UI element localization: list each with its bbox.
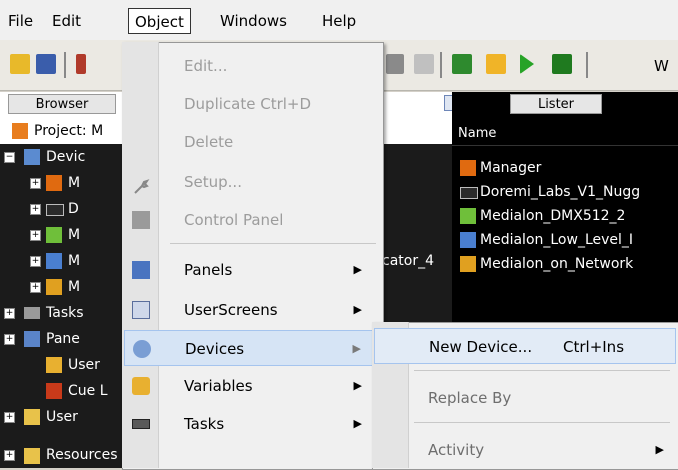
menu-item-tasks[interactable]: Tasks ▶ <box>124 406 380 442</box>
lister-tab[interactable]: Lister <box>510 94 602 114</box>
expand-icon[interactable]: + <box>30 204 41 215</box>
project-icon <box>12 123 28 139</box>
device-icon <box>460 187 478 199</box>
lister-row[interactable]: Medialon_Low_Level_I <box>458 228 678 252</box>
control-panel-icon <box>132 211 150 229</box>
network-device-icon <box>460 256 476 272</box>
tasks-icon <box>24 307 40 319</box>
toolbar-tool-icon[interactable] <box>76 54 86 74</box>
devices-gear-icon <box>133 340 151 358</box>
menu-item-userscreens[interactable]: UserScreens ▶ <box>124 292 380 328</box>
play-icon[interactable] <box>520 54 534 74</box>
dmx-device-icon <box>46 227 62 243</box>
collapse-icon[interactable]: − <box>4 152 15 163</box>
menu-item-panels[interactable]: Panels ▶ <box>124 252 380 288</box>
lister-row[interactable]: Doremi_Labs_V1_Nugg <box>458 180 678 204</box>
network-device-icon <box>46 279 62 295</box>
submenu-item-new-device[interactable]: New Device... Ctrl+Ins <box>374 328 676 364</box>
menu-item-devices[interactable]: Devices ▶ <box>124 330 380 366</box>
submenu-arrow-icon: ▶ <box>655 443 664 456</box>
folder-icon <box>24 448 40 464</box>
save-icon[interactable] <box>36 54 56 74</box>
panels-icon <box>24 331 40 347</box>
expand-icon[interactable]: + <box>30 178 41 189</box>
submenu-arrow-icon: ▶ <box>353 417 362 430</box>
cue-list-icon <box>46 383 62 399</box>
device-icon <box>46 204 64 216</box>
grid-icon[interactable] <box>386 54 404 74</box>
toolbar-separator <box>64 52 66 78</box>
submenu-arrow-icon: ▶ <box>352 342 361 355</box>
expand-icon[interactable]: + <box>30 230 41 241</box>
step-icon[interactable] <box>452 54 472 74</box>
menu-item-control-panel[interactable]: Control Panel <box>124 202 380 238</box>
toolbar-trailing-text: W <box>654 57 669 75</box>
devices-folder-icon <box>24 149 40 165</box>
userscreens-icon <box>132 301 150 319</box>
lister-column-name[interactable]: Name <box>452 122 678 146</box>
menu-object[interactable]: Object <box>128 8 191 34</box>
menu-separator <box>170 243 376 244</box>
menu-item-duplicate[interactable]: Duplicate Ctrl+D <box>124 86 380 122</box>
menu-file[interactable]: File <box>2 8 39 34</box>
wrench-icon[interactable] <box>414 54 434 74</box>
expand-icon[interactable]: + <box>30 256 41 267</box>
menu-item-setup[interactable]: Setup... <box>124 164 380 200</box>
expand-icon[interactable]: + <box>4 334 15 345</box>
menu-item-variables[interactable]: Variables ▶ <box>124 368 380 404</box>
toolbar-separator <box>586 52 588 78</box>
expand-icon[interactable]: + <box>30 282 41 293</box>
manager-icon <box>460 160 476 176</box>
expand-icon[interactable]: + <box>4 308 15 319</box>
menu-bar: File Edit Object Windows Help <box>0 0 678 41</box>
dmx-device-icon <box>460 208 476 224</box>
menu-separator <box>414 370 670 371</box>
lock-icon[interactable] <box>486 54 506 74</box>
browser-tab[interactable]: Browser <box>8 94 116 114</box>
menu-separator <box>414 422 670 423</box>
submenu-item-activity[interactable]: Activity ▶ <box>374 432 676 468</box>
menu-edit[interactable]: Edit <box>46 8 87 34</box>
lister-row[interactable]: Medialon_on_Network <box>458 252 678 276</box>
variables-icon <box>132 377 150 395</box>
menu-windows[interactable]: Windows <box>214 8 293 34</box>
submenu-arrow-icon: ▶ <box>353 303 362 316</box>
tasks-icon <box>132 419 150 429</box>
menu-item-delete[interactable]: Delete <box>124 124 380 160</box>
folder-icon <box>24 409 40 425</box>
toolbar-separator <box>440 52 442 78</box>
submenu-arrow-icon: ▶ <box>353 263 362 276</box>
low-level-device-icon <box>460 232 476 248</box>
stop-icon[interactable] <box>552 54 572 74</box>
expand-icon[interactable]: + <box>4 450 15 461</box>
manager-icon <box>46 175 62 191</box>
menu-help[interactable]: Help <box>316 8 362 34</box>
open-folder-icon[interactable] <box>10 54 30 74</box>
menu-item-edit[interactable]: Edit... <box>124 48 380 84</box>
submenu-item-replace-by[interactable]: Replace By <box>374 380 676 416</box>
panels-icon <box>132 261 150 279</box>
low-level-device-icon <box>46 253 62 269</box>
wrench-icon <box>132 173 150 194</box>
variables-icon <box>46 357 62 373</box>
lister-row[interactable]: Medialon_DMX512_2 <box>458 204 678 228</box>
lister-row[interactable]: Manager <box>458 156 678 180</box>
expand-icon[interactable]: + <box>4 412 15 423</box>
submenu-arrow-icon: ▶ <box>353 379 362 392</box>
